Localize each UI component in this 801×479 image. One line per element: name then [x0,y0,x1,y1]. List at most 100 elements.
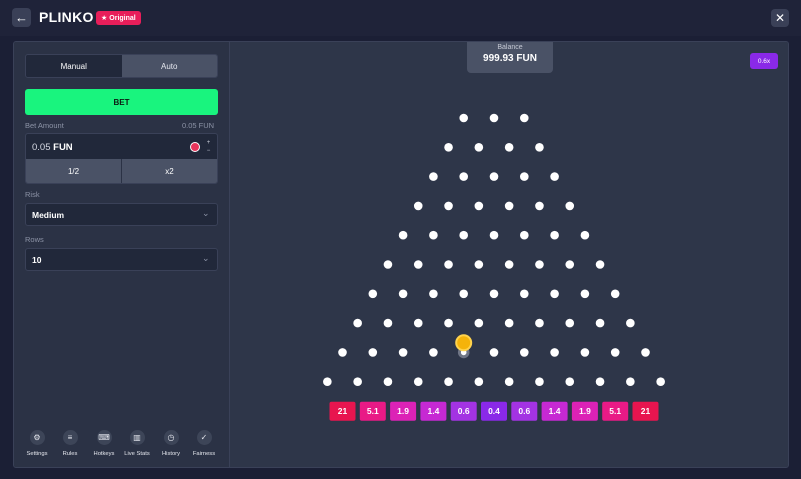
settings-label: Settings [26,451,48,457]
pin [520,348,529,357]
increment-icon[interactable]: + [207,139,211,147]
multiplier-slot: 21 [329,401,356,421]
pin [383,377,393,387]
bet-button[interactable]: BET [25,89,218,115]
rules-label: Rules [62,451,78,457]
pin [429,289,438,299]
pin [504,318,514,328]
pin [489,230,499,240]
pin [444,318,453,328]
multiplier-slot: 21 [632,401,659,421]
pin [504,143,514,152]
rows-select[interactable]: 10 ⌄ [25,248,218,271]
pin [459,230,468,240]
pin [641,348,650,357]
pin [413,318,423,328]
live-stats-button[interactable]: ▥ Live Stats [120,430,154,457]
pin [459,113,468,123]
pin [444,377,453,387]
document-icon: ≡ [62,430,78,445]
bet-amount-secondary: 0.05 FUN [182,121,215,130]
pin [429,348,438,357]
pin [474,260,484,269]
pin [565,260,575,269]
footer-toolbar: ⚙ Settings ≡ Rules ⌨ Hotkeys ▥ Live Stat… [20,430,220,466]
hotkeys-button[interactable]: ⌨ Hotkeys [87,430,121,457]
pin [353,377,362,387]
check-icon: ✓ [196,430,212,445]
bet-amount-currency: FUN [53,142,73,153]
double-button[interactable]: x2 [121,159,217,183]
pin [595,377,605,387]
mode-toggle: Manual Auto [25,54,218,78]
pin [383,260,393,269]
bet-amount-value: 0.05 [32,142,51,153]
gear-icon: ⚙ [29,430,45,445]
risk-select[interactable]: Medium ⌄ [25,203,218,226]
pin [550,230,559,240]
bet-amount-box: 0.05 FUN + − 1/2 x2 [25,133,218,184]
game-frame: Manual Auto BET Bet Amount 0.05 FUN 0.05… [13,41,789,468]
rows-value: 10 [32,255,42,265]
half-button[interactable]: 1/2 [26,159,121,183]
pin [610,289,620,299]
rows-label: Rows [25,235,44,244]
multiplier-slot: 1.9 [390,401,417,421]
bet-amount-input[interactable]: 0.05 FUN [32,142,73,153]
pin [580,348,590,357]
amount-stepper[interactable]: + − [204,139,213,155]
pin [413,201,423,211]
multiplier-label: 5.1 [367,406,379,416]
half-double-buttons: 1/2 x2 [26,159,217,183]
pin [383,318,393,328]
multiplier-label: 0.6 [458,406,470,416]
pin [398,289,408,299]
pin [444,143,453,152]
rules-button[interactable]: ≡ Rules [53,430,87,457]
close-icon[interactable]: ✕ [771,9,789,27]
pin [565,201,575,211]
keyboard-icon: ⌨ [96,430,112,445]
pin [550,348,559,357]
live-stats-label: Live Stats [124,451,150,457]
pin [413,260,423,269]
settings-button[interactable]: ⚙ Settings [20,430,54,457]
back-arrow-icon[interactable]: ← [12,8,31,27]
pin [580,289,590,299]
pin [444,260,453,269]
chevron-down-icon: ⌄ [202,253,210,263]
pin [535,201,544,211]
pin [489,289,499,299]
pin [489,172,499,181]
multiplier-label: 1.4 [427,406,439,416]
bet-controls-panel: Manual Auto BET Bet Amount 0.05 FUN 0.05… [14,42,230,467]
pin [504,260,514,269]
pin [610,348,620,357]
multiplier-slot: 5.1 [359,401,386,421]
risk-label: Risk [25,190,40,199]
fairness-button[interactable]: ✓ Fairness [187,430,221,457]
pin [444,201,453,211]
pin [459,172,468,181]
pin [474,143,484,152]
history-button[interactable]: ◷ History [154,430,188,457]
decrement-icon[interactable]: − [207,147,211,155]
pin [520,230,529,240]
pin [338,348,347,357]
pin [474,377,484,387]
pin [323,377,332,387]
pin [626,377,635,387]
multiplier-slot: 0.6 [511,401,538,421]
pin [595,318,605,328]
pin [535,143,544,152]
risk-value: Medium [32,210,65,220]
pin [656,377,665,387]
tab-manual[interactable]: Manual [26,55,122,77]
coin-icon [190,142,200,152]
pin [413,377,423,387]
pin [474,201,484,211]
game-title: PLINKO [39,9,94,25]
pin [565,377,575,387]
tab-auto[interactable]: Auto [121,55,217,77]
pin [489,113,499,123]
